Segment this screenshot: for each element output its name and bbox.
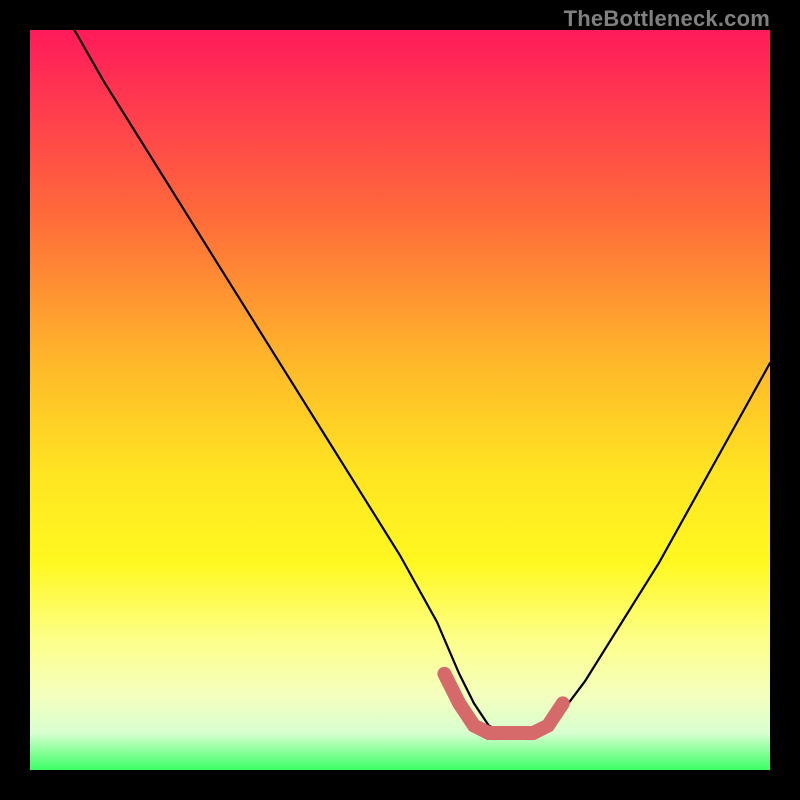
watermark-text: TheBottleneck.com bbox=[564, 6, 770, 32]
optimal-range-highlight bbox=[444, 674, 562, 733]
plot-area bbox=[30, 30, 770, 770]
bottleneck-line bbox=[74, 30, 770, 733]
chart-canvas: TheBottleneck.com bbox=[0, 0, 800, 800]
curve-layer bbox=[30, 30, 770, 770]
